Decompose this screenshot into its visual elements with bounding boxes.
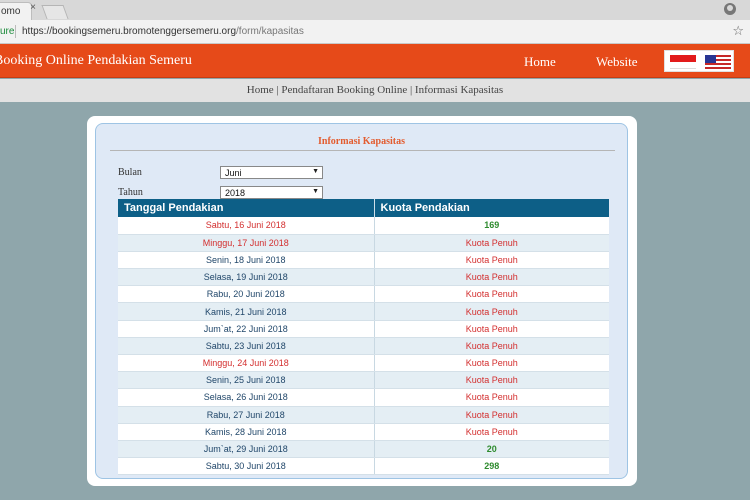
usa-flag-icon[interactable] [705, 55, 731, 69]
row-quota: Kuota Penuh [374, 354, 609, 373]
row-quota: Kuota Penuh [374, 302, 609, 321]
table-row: Minggu, 24 Juni 2018 Kuota Penuh [118, 354, 609, 373]
url-host: https://bookingsemeru.bromotenggersemeru… [22, 26, 237, 37]
address-separator [15, 25, 16, 38]
url-path: /form/kapasitas [236, 26, 304, 37]
tab-close-icon[interactable]: × [27, 2, 39, 16]
row-quota: Kuota Penuh [374, 371, 609, 390]
header-tanggal: Tanggal Pendakian [118, 199, 375, 217]
table-body: Sabtu, 16 Juni 2018 169 Minggu, 17 Juni 20… [118, 217, 609, 476]
table-row: Minggu, 17 Juni 2018 Kuota Penuh [118, 234, 609, 252]
url-field[interactable]: https://bookingsemeru.bromotenggersemeru… [22, 26, 304, 37]
row-quota: Kuota Penuh [374, 268, 609, 287]
new-tab-button[interactable] [41, 5, 69, 19]
table-row: Jum`at, 22 Juni 2018 Kuota Penuh [118, 320, 609, 338]
bulan-select-value: Juni [225, 168, 242, 178]
nav-website-link[interactable]: Website [596, 54, 638, 70]
row-date: Jum`at, 29 Juni 2018 [118, 440, 375, 459]
language-flags [664, 50, 734, 72]
table-row: Jum`at, 29 Juni 2018 20 [118, 440, 609, 459]
row-date: Minggu, 24 Juni 2018 [118, 354, 375, 373]
table-row: Sabtu, 23 Juni 2018 Kuota Penuh [118, 337, 609, 356]
table-row: Selasa, 26 Juni 2018 Kuota Penuh [118, 388, 609, 407]
browser-tab-label: omo [1, 6, 21, 17]
row-date: Senin, 25 Juni 2018 [118, 371, 375, 390]
panel-title: Informasi Kapasitas [318, 136, 405, 147]
table-row: Senin, 25 Juni 2018 Kuota Penuh [118, 371, 609, 390]
profile-icon[interactable] [724, 3, 736, 15]
row-quota: Kuota Penuh [374, 251, 609, 270]
table-row: Rabu, 27 Juni 2018 Kuota Penuh [118, 406, 609, 424]
site-title: Booking Online Pendakian Semeru [0, 53, 192, 68]
panel-divider [110, 150, 615, 151]
capacity-table: Tanggal Pendakian Kuota Pendakian Sabtu,… [118, 199, 609, 476]
bulan-label: Bulan [118, 167, 142, 178]
table-row: Selasa, 19 Juni 2018 Kuota Penuh [118, 268, 609, 287]
row-quota: Kuota Penuh [374, 423, 609, 441]
secure-label[interactable]: ure [0, 26, 14, 37]
nav-home-link[interactable]: Home [524, 54, 556, 70]
row-quota: Kuota Penuh [374, 234, 609, 252]
table-row: Sabtu, 16 Juni 2018 169 [118, 217, 609, 235]
row-date: Senin, 18 Juni 2018 [118, 251, 375, 270]
row-date: Rabu, 27 Juni 2018 [118, 406, 375, 424]
table-row: Sabtu, 30 Juni 2018 298 [118, 457, 609, 476]
table-header-row: Tanggal Pendakian Kuota Pendakian [118, 199, 609, 217]
capacity-panel: Informasi Kapasitas Bulan Juni ▼ Tahun 2… [87, 116, 637, 486]
chevron-down-icon: ▼ [312, 168, 319, 175]
row-quota: Kuota Penuh [374, 388, 609, 407]
tahun-select[interactable]: 2018 ▼ [220, 186, 323, 199]
row-date: Sabtu, 23 Juni 2018 [118, 337, 375, 356]
site-header: Booking Online Pendakian Semeru Home Web… [0, 44, 750, 78]
row-date: Selasa, 19 Juni 2018 [118, 268, 375, 287]
tahun-select-value: 2018 [225, 188, 246, 198]
row-quota: Kuota Penuh [374, 337, 609, 356]
row-quota: 20 [374, 440, 609, 459]
table-row: Kamis, 28 Juni 2018 Kuota Penuh [118, 423, 609, 441]
row-quota: 169 [374, 217, 609, 235]
indonesia-flag-icon[interactable] [670, 55, 696, 69]
row-date: Minggu, 17 Juni 2018 [118, 234, 375, 252]
capacity-panel-inner: Informasi Kapasitas Bulan Juni ▼ Tahun 2… [95, 123, 628, 479]
bulan-select[interactable]: Juni ▼ [220, 166, 323, 179]
bookmark-star-icon[interactable]: ☆ [732, 23, 744, 39]
row-date: Kamis, 21 Juni 2018 [118, 302, 375, 321]
table-row: Senin, 18 Juni 2018 Kuota Penuh [118, 251, 609, 270]
row-date: Jum`at, 22 Juni 2018 [118, 320, 375, 338]
tahun-label: Tahun [118, 187, 143, 198]
breadcrumb[interactable]: Home | Pendaftaran Booking Online | Info… [0, 79, 750, 102]
row-quota: Kuota Penuh [374, 320, 609, 338]
table-row: Rabu, 20 Juni 2018 Kuota Penuh [118, 285, 609, 304]
row-date: Rabu, 20 Juni 2018 [118, 285, 375, 304]
table-row: Kamis, 21 Juni 2018 Kuota Penuh [118, 302, 609, 321]
row-date: Kamis, 28 Juni 2018 [118, 423, 375, 441]
chevron-down-icon: ▼ [312, 188, 319, 195]
row-date: Sabtu, 16 Juni 2018 [118, 217, 375, 235]
row-date: Sabtu, 30 Juni 2018 [118, 457, 375, 476]
row-quota: 298 [374, 457, 609, 476]
address-bar: ure https://bookingsemeru.bromotenggerse… [0, 20, 750, 44]
row-quota: Kuota Penuh [374, 285, 609, 304]
row-date: Selasa, 26 Juni 2018 [118, 388, 375, 407]
row-quota: Kuota Penuh [374, 406, 609, 424]
browser-tab-strip: omo × [0, 0, 750, 20]
header-kuota: Kuota Pendakian [374, 199, 609, 217]
